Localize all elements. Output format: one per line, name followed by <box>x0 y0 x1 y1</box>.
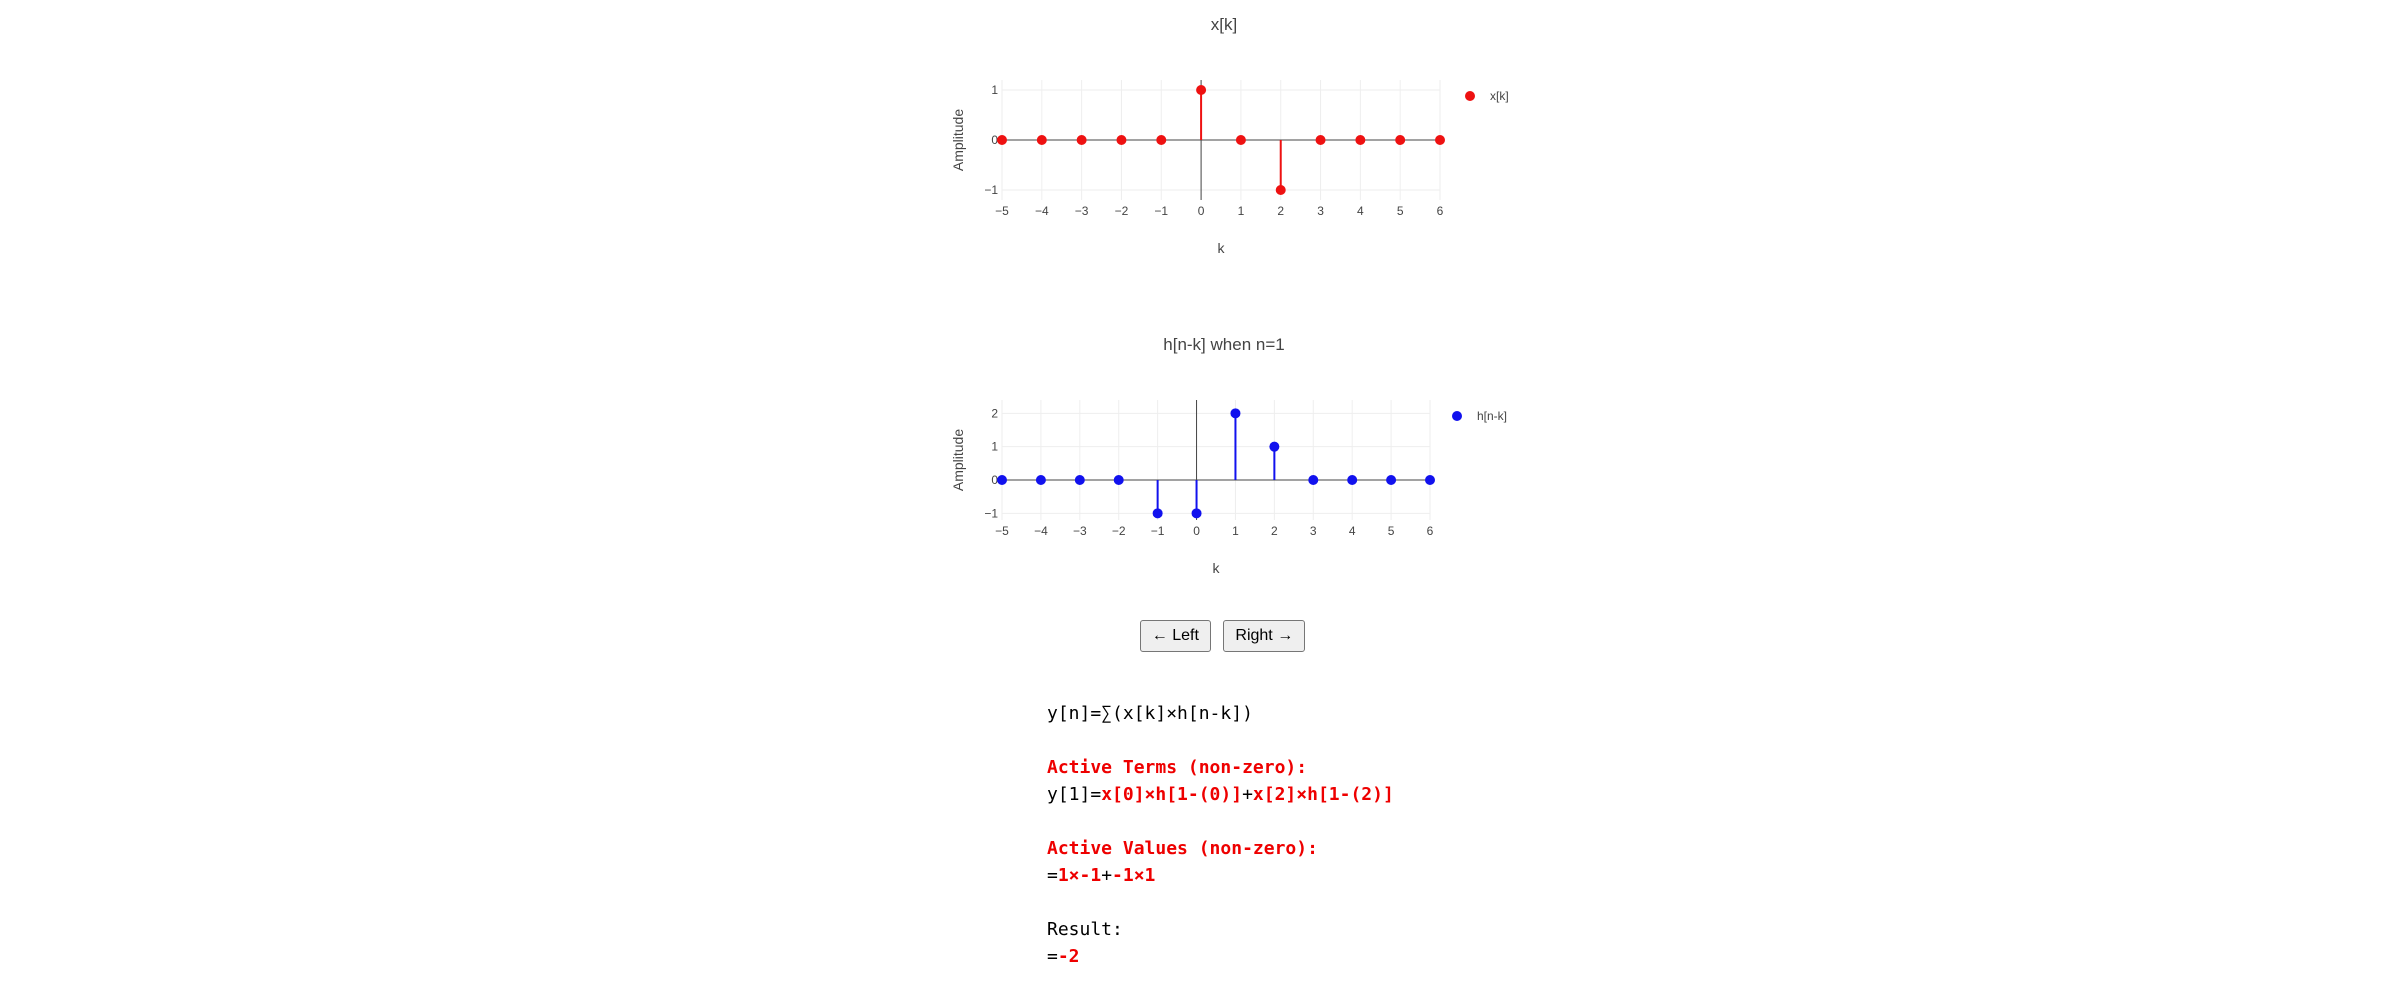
chart1-title: x[k] <box>1211 15 1237 34</box>
chart1-x-tick-label: −2 <box>1115 204 1129 218</box>
result-expression: =-2 <box>1047 943 1394 970</box>
chart2-y-tick-label: −1 <box>984 506 998 520</box>
chart2-point <box>1308 475 1319 485</box>
chart2-point <box>1425 475 1435 485</box>
chart2-legend-marker <box>1452 411 1462 421</box>
chart1-point <box>1275 185 1286 195</box>
chart2-point <box>1113 475 1124 485</box>
value-1: 1×-1 <box>1057 865 1102 886</box>
chart2-x-tick-label: −1 <box>1151 524 1165 538</box>
chart2-x-tick-label: −3 <box>1073 524 1087 538</box>
chart1-x-tick-label: −1 <box>1154 204 1168 218</box>
chart1-point <box>1395 135 1406 145</box>
chart2-x-axis-label: k <box>1213 560 1221 576</box>
chart2-point <box>997 475 1007 485</box>
chart2-x-tick-label: 2 <box>1271 524 1278 538</box>
chart1-point <box>1116 135 1127 145</box>
chart2-point <box>1035 475 1046 485</box>
chart1-x-tick-label: 1 <box>1238 204 1245 218</box>
convolution-formula: y[n]=∑(x[k]×h[n-k]) <box>1047 703 1253 724</box>
h-n-k-chart: −5 −4 −3 −2 −1 0 1 2 3 4 5 6−1012h[n-k] when n=1kAm… <box>950 335 1507 576</box>
terms-plus: + <box>1242 784 1253 805</box>
term-1: x[0]×h[1-(0)] <box>1101 784 1243 805</box>
chart1-point <box>1235 135 1246 145</box>
chart2-point <box>1191 508 1202 519</box>
result-heading: Result: <box>1047 919 1123 940</box>
left-button[interactable]: ← Left <box>1139 620 1211 652</box>
chart1-point <box>1076 135 1087 145</box>
chart1-x-tick-label: 4 <box>1357 204 1364 218</box>
chart1-y-tick-label: −1 <box>984 183 998 197</box>
chart1-x-tick-label: 2 <box>1277 204 1284 218</box>
x-k-chart: −5 −4 −3 −2 −1 0 1 2 3 4 5 6−101x[k]kAmplitudex[k] <box>950 15 1509 256</box>
chart2-y-tick-label: 2 <box>991 406 998 420</box>
chart2-x-tick-label: 3 <box>1310 524 1317 538</box>
result-value: -2 <box>1057 946 1080 967</box>
chart1-x-axis-label: k <box>1218 240 1226 256</box>
active-terms-expression: y[1]=x[0]×h[1-(0)]+x[2]×h[1-(2)] <box>1047 781 1394 808</box>
chart1-point <box>1435 135 1445 145</box>
chart2-y-tick-label: 1 <box>991 440 998 454</box>
chart2-x-tick-label: 4 <box>1349 524 1356 538</box>
active-terms-heading: Active Terms (non-zero): <box>1047 757 1308 778</box>
chart2-point <box>1074 475 1085 485</box>
chart1-legend-marker <box>1465 91 1475 101</box>
chart2-x-tick-label: −2 <box>1112 524 1126 538</box>
calculation-panel: y[n]=∑(x[k]×h[n-k]) Active Terms (non-ze… <box>1047 700 1394 970</box>
chart2-title: h[n-k] when n=1 <box>1163 335 1284 354</box>
chart1-point <box>1315 135 1326 145</box>
chart2-point <box>1386 475 1397 485</box>
chart1-x-tick-label: 5 <box>1397 204 1404 218</box>
chart1-y-tick-label: 1 <box>991 83 998 97</box>
chart2-point <box>1347 475 1358 485</box>
terms-prefix: y[1]= <box>1047 784 1102 805</box>
chart1-point <box>997 135 1007 145</box>
chart1-x-tick-label: −3 <box>1075 204 1089 218</box>
chart2-x-tick-label: 6 <box>1427 524 1434 538</box>
chart2-x-tick-label: 5 <box>1388 524 1395 538</box>
navigation-controls: ← Left Right → <box>0 620 2400 652</box>
chart1-point <box>1196 85 1207 95</box>
chart2-point <box>1230 408 1241 419</box>
chart1-point <box>1355 135 1366 145</box>
term-2: x[2]×h[1-(2)] <box>1252 784 1394 805</box>
values-prefix: = <box>1047 865 1058 886</box>
chart1-x-tick-label: 6 <box>1437 204 1444 218</box>
chart2-x-tick-label: 1 <box>1232 524 1239 538</box>
chart1-x-tick-label: −4 <box>1035 204 1049 218</box>
chart1-point <box>1156 135 1167 145</box>
right-button[interactable]: Right → <box>1223 620 1306 652</box>
values-plus: + <box>1101 865 1113 886</box>
active-values-expression: =1×-1+-1×1 <box>1047 862 1394 889</box>
chart1-legend-label: x[k] <box>1490 89 1509 103</box>
chart2-y-axis-label: Amplitude <box>950 429 966 491</box>
active-values-heading: Active Values (non-zero): <box>1047 838 1318 859</box>
chart2-point <box>1269 441 1280 452</box>
chart2-x-tick-label: −5 <box>995 524 1009 538</box>
chart2-point <box>1152 508 1163 519</box>
result-prefix: = <box>1047 946 1058 967</box>
chart1-y-axis-label: Amplitude <box>950 109 966 171</box>
value-2: -1×1 <box>1112 865 1156 886</box>
chart1-x-tick-label: 0 <box>1198 204 1205 218</box>
chart1-x-tick-label: −5 <box>995 204 1009 218</box>
chart1-point <box>1036 135 1047 145</box>
chart1-x-tick-label: 3 <box>1317 204 1324 218</box>
chart2-x-tick-label: −4 <box>1034 524 1048 538</box>
chart2-x-tick-label: 0 <box>1193 524 1200 538</box>
chart2-legend-label: h[n-k] <box>1477 409 1507 423</box>
